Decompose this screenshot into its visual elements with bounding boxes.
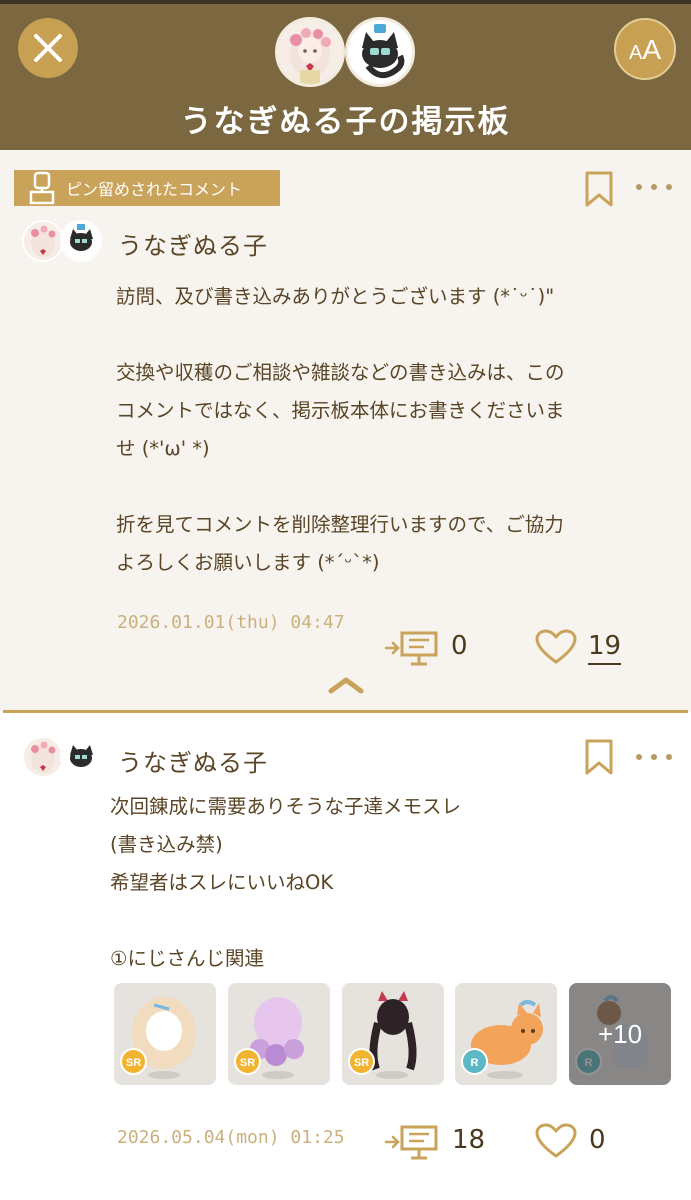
item-thumbnails: SR SR SR R +10 <box>114 983 674 1085</box>
avatar-girl-icon <box>24 222 62 260</box>
comment-timestamp: 2026.05.04(mon) 01:25 <box>117 1127 345 1148</box>
reply-count: 18 <box>452 1125 486 1155</box>
font-size-icon-small: A <box>628 42 643 64</box>
item-thumbnail-more[interactable]: R +10 <box>569 983 671 1085</box>
comment-body: 訪問、及び書き込みありがとうございます (*˙ᵕ˙)" 交換や収穫のご相談や雑談… <box>116 285 565 574</box>
comment-timestamp: 2026.01.01(thu) 04:47 <box>117 612 345 633</box>
author-pet-avatar[interactable] <box>60 220 102 262</box>
more-icon-dot <box>666 754 672 760</box>
font-size-icon-large: A <box>642 34 662 65</box>
item-thumbnail[interactable]: SR <box>342 983 444 1085</box>
author-name[interactable]: うなぎぬる子 <box>118 226 268 261</box>
more-items-count: +10 <box>569 983 671 1085</box>
pinned-badge: ピン留めされたコメント <box>14 170 280 206</box>
reply-icon[interactable] <box>384 1122 442 1162</box>
bookmark-icon[interactable] <box>584 170 614 208</box>
pinned-comment: ピン留めされたコメント うなぎぬる子 訪問、及び書き込みありがとうございます (… <box>0 150 691 712</box>
author-avatar[interactable] <box>22 220 64 262</box>
owner-pet-avatar[interactable] <box>345 17 415 87</box>
like-count-link[interactable]: 19 <box>588 631 622 665</box>
author-avatar[interactable] <box>22 736 64 778</box>
more-icon-dot <box>666 184 672 190</box>
rarity-badge: SR <box>234 1048 261 1075</box>
board-header: AA うなぎぬる子の掲示板 <box>0 4 691 150</box>
more-icon-dot <box>636 754 642 760</box>
reply-count: 0 <box>451 631 468 661</box>
more-options-button[interactable] <box>636 181 672 193</box>
avatar-cat-icon <box>348 20 412 84</box>
rarity-badge: SR <box>348 1048 375 1075</box>
more-options-button[interactable] <box>636 751 672 763</box>
close-button[interactable] <box>18 18 78 78</box>
avatar-girl-icon <box>24 738 62 776</box>
like-count[interactable]: 0 <box>589 1125 606 1155</box>
heart-icon[interactable] <box>534 628 578 666</box>
page-title: うなぎぬる子の掲示板 <box>180 104 511 140</box>
bookmark-icon[interactable] <box>584 738 614 776</box>
avatar-cat-icon <box>62 738 100 776</box>
more-icon-dot <box>651 754 657 760</box>
font-size-button[interactable]: AA <box>614 18 676 80</box>
rarity-badge: R <box>461 1048 488 1075</box>
pin-icon <box>29 171 55 205</box>
comment-body: 次回錬成に需要ありそうな子達メモスレ (書き込み禁) 希望者はスレにいいねOK … <box>110 795 462 970</box>
reply-icon[interactable] <box>384 628 442 668</box>
item-thumbnail[interactable]: R <box>455 983 557 1085</box>
close-icon <box>34 34 62 62</box>
more-icon-dot <box>651 184 657 190</box>
author-pet-avatar[interactable] <box>60 736 102 778</box>
item-thumbnail[interactable]: SR <box>114 983 216 1085</box>
section-divider <box>3 710 688 713</box>
item-thumbnail[interactable]: SR <box>228 983 330 1085</box>
chevron-up-icon[interactable] <box>327 675 365 695</box>
like-count[interactable]: 19 <box>588 631 622 665</box>
more-icon-dot <box>636 184 642 190</box>
pinned-badge-label: ピン留めされたコメント <box>66 180 243 199</box>
owner-avatar[interactable] <box>275 17 345 87</box>
heart-icon[interactable] <box>534 1122 578 1160</box>
avatar-cat-icon <box>62 222 100 260</box>
author-name[interactable]: うなぎぬる子 <box>118 743 268 778</box>
rarity-badge: SR <box>120 1048 147 1075</box>
avatar-girl-icon <box>278 20 342 84</box>
